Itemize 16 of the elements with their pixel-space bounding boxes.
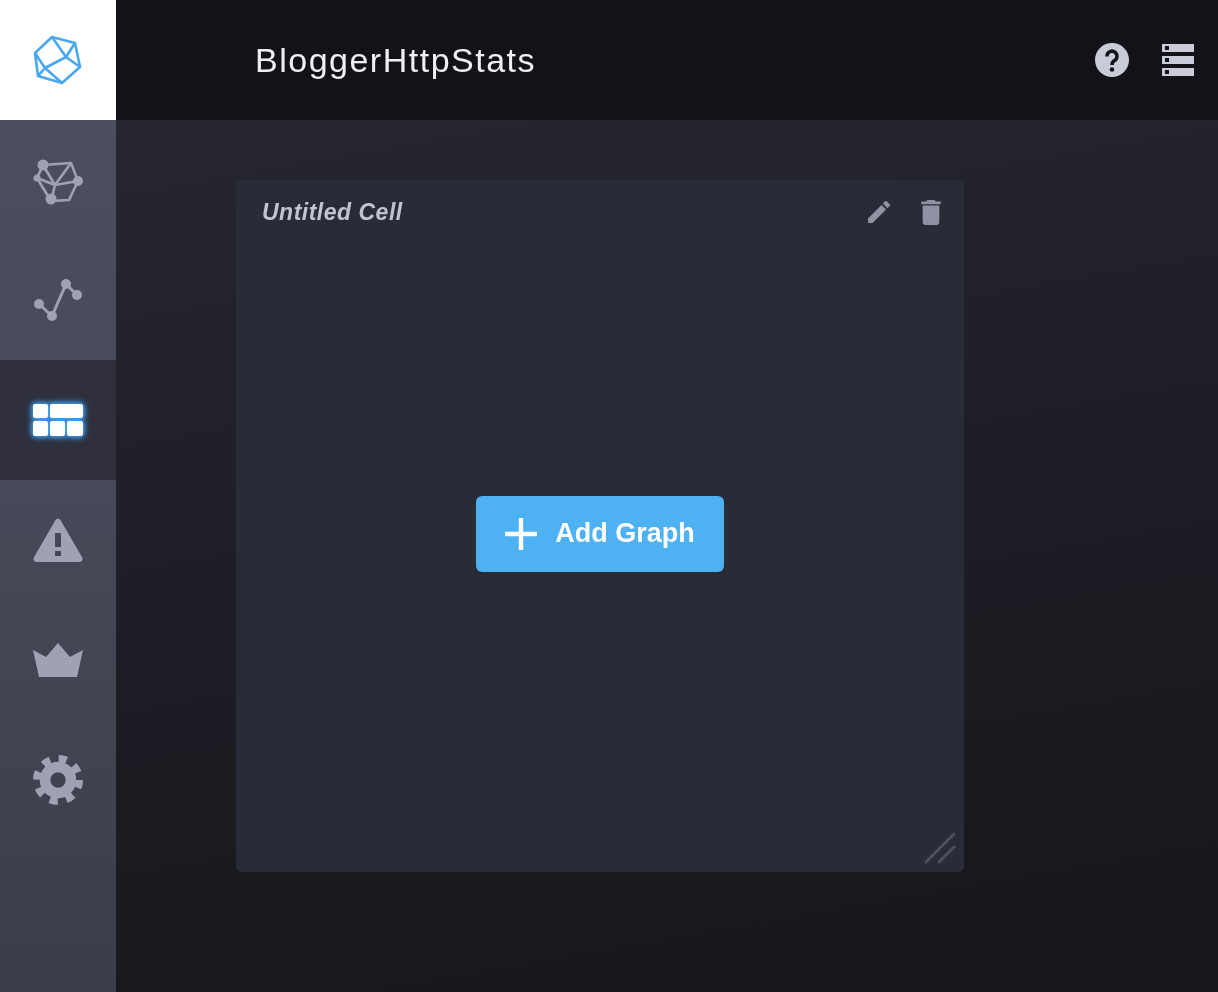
dashboard-grid-icon (33, 404, 83, 436)
server-list-icon[interactable] (1162, 44, 1194, 76)
add-graph-button[interactable]: Add Graph (476, 495, 724, 572)
line-graph-icon (33, 278, 83, 322)
resize-handle-icon[interactable] (924, 832, 956, 864)
sidebar-item[interactable] (0, 360, 116, 480)
settings-icon (33, 755, 83, 805)
help-icon[interactable] (1095, 43, 1129, 77)
pencil-icon[interactable] (868, 201, 890, 223)
cell-title: Untitled Cell (262, 198, 403, 226)
warning-icon (33, 518, 83, 562)
polyhedron-icon[interactable] (33, 35, 83, 85)
plus-icon (505, 517, 538, 550)
crown-icon (33, 643, 83, 677)
page-title: BloggerHttpStats (255, 40, 537, 80)
trash-icon[interactable] (921, 199, 941, 225)
